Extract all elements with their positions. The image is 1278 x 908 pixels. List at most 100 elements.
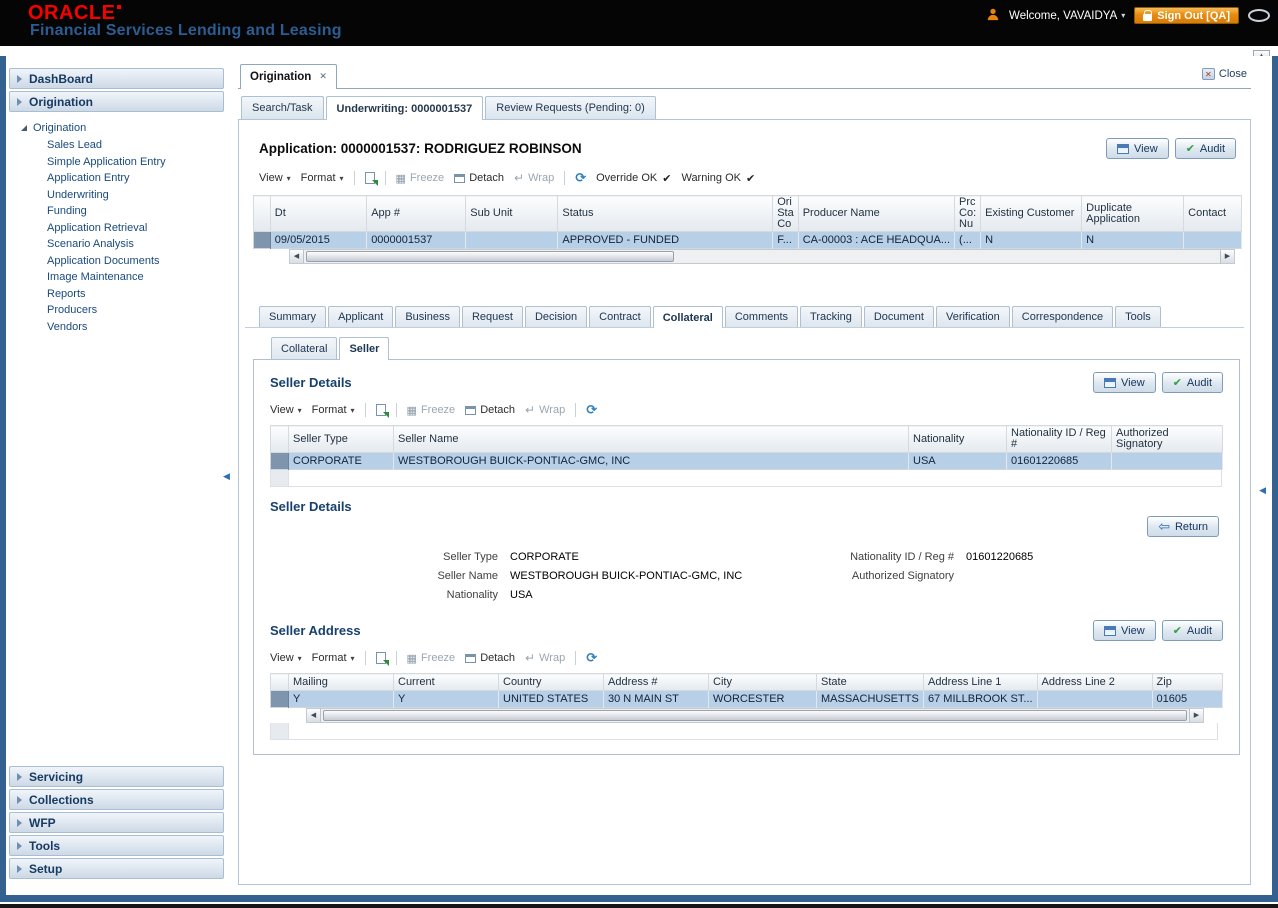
column-header[interactable]: Nationality: [908, 425, 1007, 453]
column-header[interactable]: Address Line 2: [1036, 673, 1153, 691]
column-header[interactable]: App #: [366, 195, 467, 232]
warning-ok-checkbox[interactable]: Warning OK ✔: [681, 172, 755, 185]
cell-mailing[interactable]: Y: [288, 690, 394, 708]
column-header[interactable]: Seller Name: [393, 425, 909, 453]
tree-item-vendors[interactable]: Vendors: [21, 320, 220, 337]
tab-collateral[interactable]: Collateral: [652, 306, 723, 328]
tree-item-underwriting[interactable]: Underwriting: [21, 188, 220, 205]
refresh-icon[interactable]: ⟳: [586, 403, 597, 418]
cell-app-number[interactable]: 0000001537: [366, 231, 467, 249]
tab-search-task[interactable]: Search/Task: [241, 96, 324, 119]
tree-item-simple-application-entry[interactable]: Simple Application Entry: [21, 155, 220, 172]
view-menu[interactable]: View ▾: [270, 652, 302, 664]
tab-request[interactable]: Request: [461, 306, 523, 327]
tree-item-producers[interactable]: Producers: [21, 303, 220, 320]
cell-duplicate-application[interactable]: N: [1081, 231, 1185, 249]
detach-button[interactable]: Detach: [465, 652, 515, 664]
sidebar-item-origination[interactable]: Origination: [9, 91, 224, 112]
row-gutter[interactable]: [270, 452, 289, 470]
column-header[interactable]: Sub Unit: [465, 195, 559, 232]
tree-item-application-documents[interactable]: Application Documents: [21, 254, 220, 271]
tab-contract[interactable]: Contract: [589, 306, 651, 327]
format-menu[interactable]: Format ▾: [301, 172, 344, 184]
tab-summary[interactable]: Summary: [259, 306, 327, 327]
tab-comments[interactable]: Comments: [724, 306, 799, 327]
row-gutter[interactable]: [270, 690, 289, 708]
wrap-button[interactable]: ↵ Wrap: [525, 651, 565, 665]
refresh-icon[interactable]: ⟳: [575, 171, 586, 186]
tab-seller[interactable]: Seller: [339, 337, 390, 360]
column-header[interactable]: Prc Co: Nu: [954, 195, 982, 232]
scroll-right-icon[interactable]: ▶: [1220, 250, 1234, 263]
tab-document[interactable]: Document: [863, 306, 934, 327]
row-gutter[interactable]: [253, 231, 271, 249]
view-menu[interactable]: View ▾: [259, 172, 291, 184]
cell-nationality-id[interactable]: 01601220685: [1006, 452, 1112, 470]
audit-button[interactable]: ✔ Audit: [1174, 138, 1236, 159]
sidebar-item-tools[interactable]: Tools: [9, 835, 224, 856]
cell-address-number[interactable]: 30 N MAIN ST: [603, 690, 709, 708]
view-menu[interactable]: View ▾: [270, 404, 302, 416]
scroll-right-icon[interactable]: ▶: [1189, 709, 1203, 722]
seller-address-audit-button[interactable]: ✔ Audit: [1161, 620, 1223, 641]
cell-address-line-1[interactable]: 67 MILLBROOK ST...: [923, 690, 1038, 708]
sidebar-collapse-handle[interactable]: ◀: [223, 472, 230, 482]
cell-sub-unit[interactable]: [465, 231, 559, 249]
column-header[interactable]: Existing Customer: [980, 195, 1083, 232]
wrap-button[interactable]: ↵ Wrap: [525, 403, 565, 417]
welcome-menu[interactable]: Welcome, VAVAIDYA ▾: [1009, 10, 1125, 22]
sidebar-item-collections[interactable]: Collections: [9, 789, 224, 810]
column-header[interactable]: Contact: [1183, 195, 1242, 232]
column-header[interactable]: Zip: [1151, 673, 1223, 691]
cell-address-line-2[interactable]: [1037, 690, 1153, 708]
freeze-button[interactable]: ▦ Freeze: [407, 404, 456, 417]
column-header[interactable]: Address Line 1: [923, 673, 1038, 691]
column-header[interactable]: Dt: [269, 195, 368, 232]
cell-state[interactable]: MASSACHUSETTS: [816, 690, 924, 708]
detach-button[interactable]: Detach: [465, 404, 515, 416]
seller-address-view-button[interactable]: View: [1093, 620, 1156, 641]
tab-collateral-sub[interactable]: Collateral: [271, 337, 338, 359]
tree-item-sales-lead[interactable]: Sales Lead: [21, 138, 220, 155]
column-header[interactable]: Mailing: [288, 673, 394, 691]
cell-seller-type[interactable]: CORPORATE: [288, 452, 394, 470]
tab-applicant[interactable]: Applicant: [328, 306, 394, 327]
tree-item-funding[interactable]: Funding: [21, 204, 220, 221]
tree-item-application-retrieval[interactable]: Application Retrieval: [21, 221, 220, 238]
sidebar-item-setup[interactable]: Setup: [9, 858, 224, 879]
sign-out-button[interactable]: Sign Out [QA]: [1134, 7, 1239, 24]
cell-authorized-signatory[interactable]: [1111, 452, 1223, 470]
sidebar-item-servicing[interactable]: Servicing: [9, 766, 224, 787]
export-icon[interactable]: [364, 172, 378, 186]
column-header[interactable]: Current: [393, 673, 499, 691]
tab-origination[interactable]: Origination ✕: [240, 64, 337, 89]
tree-node-origination[interactable]: Origination: [21, 122, 220, 134]
tree-item-application-entry[interactable]: Application Entry: [21, 171, 220, 188]
column-header[interactable]: Nationality ID / Reg #: [1006, 425, 1112, 453]
scrollbar-thumb[interactable]: [306, 251, 674, 262]
sidebar-item-wfp[interactable]: WFP: [9, 812, 224, 833]
horizontal-scrollbar[interactable]: ◀ ▶: [306, 708, 1204, 723]
seller-details-view-button[interactable]: View: [1093, 372, 1156, 393]
cell-status[interactable]: APPROVED - FUNDED: [557, 231, 774, 249]
tab-tools[interactable]: Tools: [1115, 306, 1161, 327]
column-header[interactable]: Status: [557, 195, 774, 232]
return-button[interactable]: ⇦ Return: [1147, 516, 1219, 537]
column-header[interactable]: Address #: [603, 673, 709, 691]
tab-review-requests[interactable]: Review Requests (Pending: 0): [485, 96, 656, 119]
format-menu[interactable]: Format ▾: [312, 652, 355, 664]
tab-tracking[interactable]: Tracking: [800, 306, 862, 327]
view-button[interactable]: View: [1106, 138, 1169, 159]
tree-item-reports[interactable]: Reports: [21, 287, 220, 304]
format-menu[interactable]: Format ▾: [312, 404, 355, 416]
column-header[interactable]: Seller Type: [288, 425, 394, 453]
column-header[interactable]: Country: [498, 673, 604, 691]
cell-dt[interactable]: 09/05/2015: [270, 231, 368, 249]
horizontal-scrollbar[interactable]: ◀ ▶: [289, 249, 1235, 264]
column-header[interactable]: Producer Name: [797, 195, 956, 232]
column-header[interactable]: Duplicate Application: [1081, 195, 1185, 232]
grid-row[interactable]: 09/05/2015 0000001537 APPROVED - FUNDED …: [253, 231, 1242, 249]
cell-contact[interactable]: [1183, 231, 1242, 249]
scroll-left-icon[interactable]: ◀: [290, 250, 304, 263]
column-header[interactable]: City: [708, 673, 817, 691]
